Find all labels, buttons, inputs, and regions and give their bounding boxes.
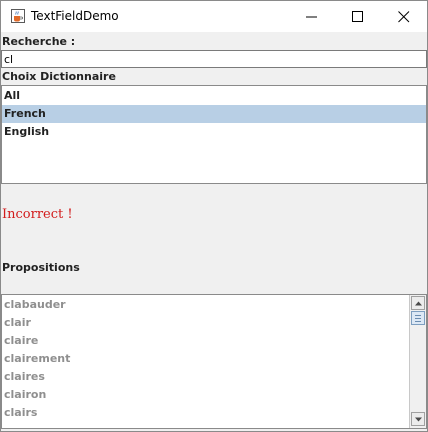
list-item[interactable]: clairement	[4, 350, 70, 368]
minimize-button[interactable]	[289, 1, 335, 32]
window-title: TextFieldDemo	[31, 9, 119, 23]
java-cup-icon	[10, 8, 26, 24]
maximize-icon	[352, 11, 363, 22]
list-item[interactable]: claire	[4, 332, 38, 350]
list-item-partial[interactable]	[4, 422, 8, 428]
close-button[interactable]	[381, 1, 427, 32]
search-input[interactable]	[4, 51, 422, 67]
list-item[interactable]: clairon	[4, 386, 46, 404]
minimize-icon	[306, 16, 317, 18]
title-bar[interactable]: TextFieldDemo	[1, 1, 427, 32]
dictionary-item-french[interactable]: French	[2, 105, 426, 123]
list-item[interactable]: clair	[4, 314, 31, 332]
arrow-down-icon	[415, 417, 422, 422]
dictionary-item-english[interactable]: English	[2, 123, 426, 141]
search-label: Recherche :	[2, 35, 76, 48]
scroll-down-button[interactable]	[411, 412, 425, 426]
dictionary-list[interactable]: All French English	[1, 85, 427, 184]
dictionary-label: Choix Dictionnaire	[2, 70, 116, 83]
arrow-up-icon	[415, 301, 422, 306]
search-field[interactable]	[1, 50, 427, 68]
maximize-button[interactable]	[335, 1, 381, 32]
dictionary-item-all[interactable]: All	[2, 87, 426, 105]
validation-status: Incorrect !	[2, 207, 73, 222]
list-item[interactable]: claires	[4, 368, 45, 386]
propositions-scrollbar[interactable]	[409, 295, 426, 428]
close-icon	[398, 11, 410, 23]
propositions-label: Propositions	[2, 261, 80, 274]
propositions-list[interactable]: clabauder clair claire clairement claire…	[1, 294, 427, 429]
scroll-up-button[interactable]	[411, 296, 425, 310]
list-item[interactable]: clabauder	[4, 296, 66, 314]
scroll-thumb[interactable]	[411, 311, 425, 325]
list-item[interactable]: clairs	[4, 404, 37, 422]
app-window: TextFieldDemo Recherche : Choix Dictionn…	[0, 0, 428, 432]
